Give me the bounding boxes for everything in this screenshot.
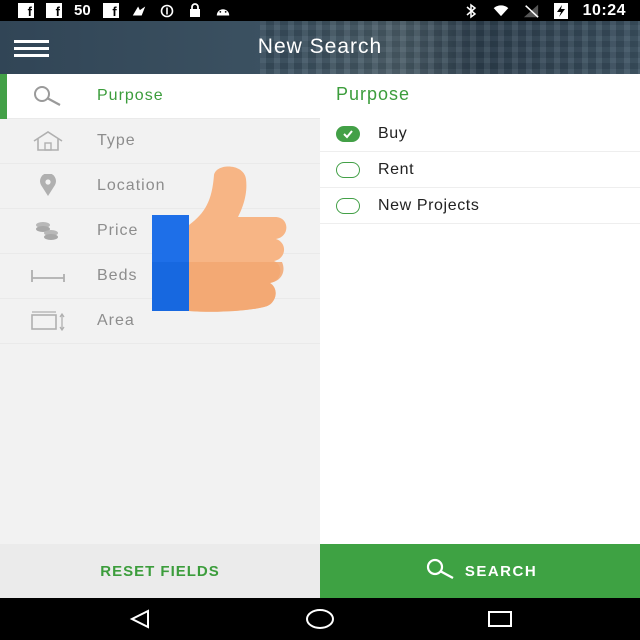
sidebar-item-label: Price — [97, 222, 139, 239]
option-label: Buy — [378, 124, 408, 142]
location-pin-icon — [0, 174, 97, 198]
no-signal-icon — [523, 4, 539, 18]
system-nav-bar — [0, 598, 640, 640]
android-icon — [215, 4, 231, 18]
sidebar-item-type[interactable]: Type — [0, 119, 320, 164]
thumbs-up-icon — [150, 165, 290, 315]
search-icon — [423, 558, 457, 584]
clock: 10:24 — [582, 1, 626, 19]
radio-checked-icon[interactable] — [336, 125, 360, 142]
sidebar-item-label: Type — [97, 132, 136, 149]
lock-icon — [187, 3, 203, 18]
app-bar: New Search — [0, 21, 640, 74]
sidebar-item-purpose[interactable]: Purpose — [0, 74, 320, 119]
facebook-icon: f — [46, 3, 62, 18]
search-icon — [0, 85, 97, 107]
sidebar-item-label: Purpose — [97, 87, 164, 104]
recents-icon[interactable] — [480, 606, 520, 632]
coins-icon — [0, 219, 97, 243]
purpose-options-panel: Purpose Buy Rent New Projects — [320, 74, 640, 544]
notification-icon — [131, 4, 147, 18]
wifi-icon — [493, 4, 509, 18]
radio-unchecked-icon[interactable] — [336, 197, 360, 214]
sidebar-item-label: Area — [97, 312, 135, 329]
page-title: New Search — [257, 35, 383, 58]
signal-text: 50 — [74, 2, 91, 19]
blocked-icon — [159, 4, 175, 18]
search-button-label: SEARCH — [464, 562, 538, 580]
bed-icon — [0, 266, 97, 286]
facebook-icon: f — [102, 3, 119, 18]
bluetooth-icon — [463, 3, 479, 18]
home-icon[interactable] — [300, 606, 340, 632]
option-label: Rent — [378, 160, 415, 178]
option-new-projects[interactable]: New Projects — [320, 188, 640, 224]
reset-fields-button[interactable]: RESET FIELDS — [0, 544, 320, 598]
sidebar-item-label: Beds — [97, 267, 138, 284]
back-icon[interactable] — [120, 606, 160, 632]
status-bar: f f 50 f 10:24 — [0, 0, 640, 21]
facebook-icon: f — [18, 3, 34, 18]
battery-charging-icon — [553, 2, 569, 19]
house-icon — [0, 130, 97, 152]
option-buy[interactable]: Buy — [320, 116, 640, 152]
search-button[interactable]: SEARCH — [320, 544, 640, 598]
panel-title: Purpose — [336, 84, 411, 104]
radio-unchecked-icon[interactable] — [336, 161, 360, 178]
option-rent[interactable]: Rent — [320, 152, 640, 188]
area-icon — [0, 309, 97, 333]
option-label: New Projects — [378, 196, 480, 214]
